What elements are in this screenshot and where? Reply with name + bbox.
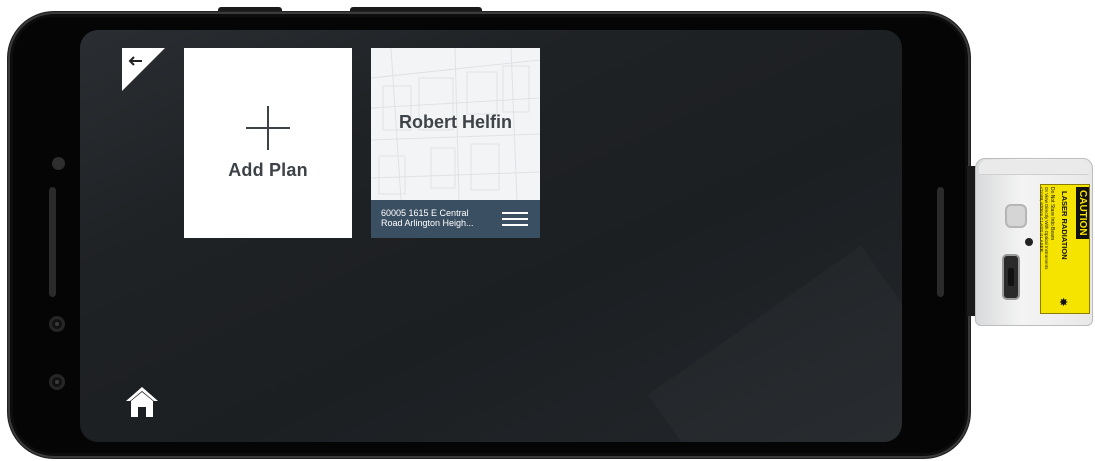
laser-class-text: <1mW, 620nm CLASS II LASER [1039,187,1044,252]
device-top [979,160,1089,175]
front-sensor [52,157,65,170]
device-power-button[interactable] [1005,204,1027,228]
caution-label: CAUTION LASER RADIATION Do Not Stare Int… [1039,184,1090,314]
usb-port-icon [1002,254,1020,300]
warning-text: Or View Directly With Optical Instrument… [1044,187,1049,270]
hamburger-menu-icon[interactable] [502,212,528,226]
plan-card[interactable]: Robert Helfin 60005 1615 E Central Road … [371,48,540,238]
caution-text: CAUTION [1076,187,1089,239]
warning-text: Do Not Stare Into Beam [1049,187,1055,241]
front-camera-icon [49,316,65,332]
arrow-left-icon [122,48,165,91]
home-icon [126,387,158,417]
plan-title: Robert Helfin [398,112,512,132]
laser-warning-icon: ✸ [1059,297,1069,309]
plan-address: 60005 1615 E Central Road Arlington Heig… [381,208,474,228]
back-button[interactable] [122,48,165,91]
app-screen: Add Plan Robert Helfin 60005 1615 E Cent… [80,30,902,442]
laser-measure-device: CAUTION LASER RADIATION Do Not Stare Int… [967,158,1093,326]
device-led-indicator [1025,238,1033,246]
speaker-grille [49,187,56,297]
laser-radiation-text: LASER RADIATION [1060,191,1069,260]
plus-icon [246,105,290,150]
phone-frame: Add Plan Robert Helfin 60005 1615 E Cent… [8,12,970,458]
front-camera-icon [49,374,65,390]
speaker-grille [937,187,944,297]
plan-card-footer: 60005 1615 E Central Road Arlington Heig… [371,200,540,238]
home-button[interactable] [124,385,160,419]
add-plan-button[interactable]: Add Plan [184,48,352,238]
add-plan-label: Add Plan [228,159,308,180]
